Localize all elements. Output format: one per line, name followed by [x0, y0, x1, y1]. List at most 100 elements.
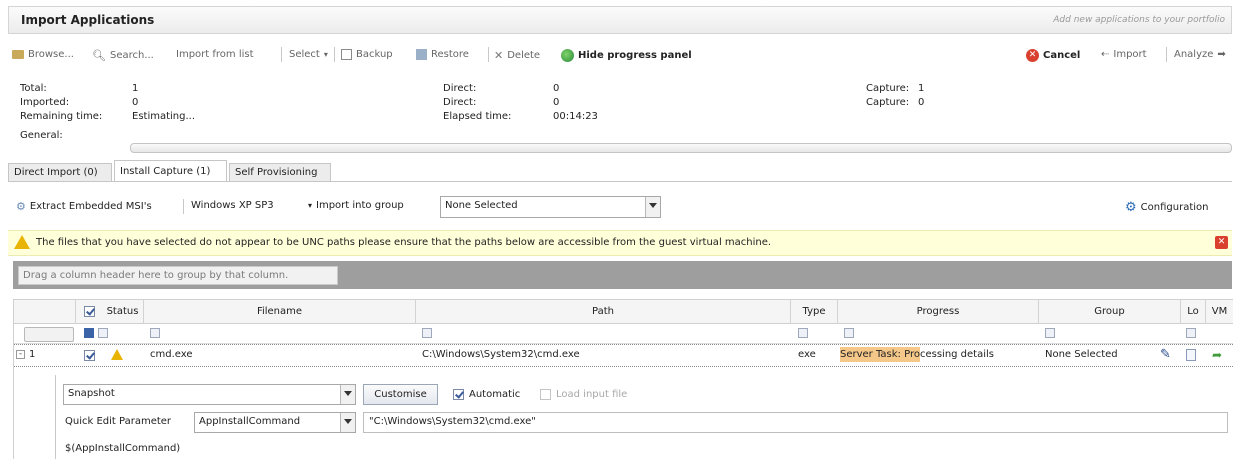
automatic-checkbox[interactable] — [453, 389, 464, 400]
vm-icon[interactable]: ➦ — [1212, 348, 1222, 362]
delete-label: Delete — [507, 50, 541, 61]
filter-clear-button[interactable] — [24, 327, 74, 342]
column-path[interactable]: Path — [416, 300, 791, 324]
chevron-down-icon — [340, 413, 355, 432]
capture-value: 1 — [918, 83, 925, 94]
filter-log-icon[interactable] — [1186, 328, 1196, 338]
configuration-label: Configuration — [1140, 202, 1209, 213]
filter-path-icon[interactable] — [422, 328, 432, 338]
delete-button[interactable]: ✕ Delete — [494, 49, 540, 62]
column-progress[interactable]: Progress — [838, 300, 1039, 324]
restore-button[interactable]: Restore — [416, 49, 469, 60]
capture-label: Capture: — [866, 83, 910, 94]
column-status[interactable]: Status — [76, 300, 144, 324]
imported-label: Imported: — [20, 97, 70, 108]
automatic-label: Automatic — [469, 389, 521, 400]
row-path: C:\Windows\System32\cmd.exe — [422, 349, 580, 360]
imported-value: 0 — [132, 97, 139, 108]
elapsed-time-label: Elapsed time: — [443, 111, 512, 122]
grid-header: Status Filename Path Type Progress Group… — [14, 299, 1233, 324]
quick-edit-param-select[interactable]: AppInstallCommand — [194, 412, 356, 433]
search-button[interactable]: 🔍︎ Search... — [92, 49, 154, 62]
cancel-icon: ✕ — [1026, 49, 1039, 62]
load-input-label: Load input file — [556, 389, 628, 400]
remaining-time-value: Estimating... — [132, 111, 196, 122]
filter-group-icon[interactable] — [1045, 328, 1055, 338]
tab-direct-import[interactable]: Direct Import (0) — [8, 163, 112, 181]
customise-button[interactable]: Customise — [363, 384, 438, 405]
hide-progress-button[interactable]: Hide progress panel — [561, 49, 692, 62]
save-icon — [341, 49, 352, 60]
group-select[interactable]: None Selected — [440, 196, 661, 218]
column-vm[interactable]: VM — [1206, 300, 1233, 324]
analyze-label: Analyze — [1174, 49, 1214, 60]
quick-edit-label: Quick Edit Parameter — [65, 416, 172, 427]
tab-self-provisioning[interactable]: Self Provisioning — [229, 163, 331, 181]
row-type: exe — [798, 349, 816, 360]
filter-filename-icon[interactable] — [150, 328, 160, 338]
toolbar-divider — [334, 47, 335, 62]
filter-status-icon[interactable] — [98, 328, 108, 338]
os-selector[interactable]: Windows XP SP3 — [191, 200, 274, 211]
backup-button[interactable]: Backup — [341, 49, 393, 60]
total-value: 1 — [132, 83, 139, 94]
tab-strip: Direct Import (0) Install Capture (1) Se… — [8, 160, 1237, 182]
toolbar-divider — [1166, 47, 1167, 62]
snapshot-select[interactable]: Snapshot — [63, 384, 356, 405]
toolbar-divider — [281, 47, 282, 62]
close-icon[interactable]: ✕ — [1215, 236, 1228, 249]
group-by-hint: Drag a column header here to group by th… — [18, 266, 338, 285]
import-group-label: Import into group — [316, 200, 404, 211]
column-type[interactable]: Type — [791, 300, 838, 324]
remaining-time-label: Remaining time: — [20, 111, 103, 122]
arrow-right-icon: ➡ — [1217, 49, 1226, 60]
log-file-icon[interactable] — [1186, 349, 1196, 361]
direct-imported-value: 0 — [553, 97, 560, 108]
extract-msi-button[interactable]: ⚙ Extract Embedded MSI's — [16, 200, 152, 213]
browse-button[interactable]: Browse... — [12, 49, 74, 60]
general-label: General: — [20, 130, 63, 141]
edit-icon[interactable]: ✎ — [1160, 347, 1171, 362]
column-filename[interactable]: Filename — [144, 300, 416, 324]
import-group-dropdown[interactable]: ▾ Import into group — [308, 200, 404, 211]
table-row[interactable]: - 1 cmd.exe C:\Windows\System32\cmd.exe … — [14, 344, 1233, 367]
column-log[interactable]: Lo — [1181, 300, 1206, 324]
warning-icon — [14, 235, 30, 249]
import-from-list-button[interactable]: Import from list — [176, 49, 254, 60]
cancel-button[interactable]: ✕ Cancel — [1026, 49, 1080, 62]
detail-border — [55, 375, 56, 459]
window-subtitle: Add new applications to your portfolio — [1053, 15, 1225, 25]
total-label: Total: — [20, 83, 47, 94]
delete-icon: ✕ — [494, 49, 504, 62]
chevron-down-icon — [645, 197, 660, 217]
group-by-area[interactable]: Drag a column header here to group by th… — [13, 261, 1232, 289]
elapsed-time-value: 00:14:23 — [553, 111, 598, 122]
analyze-button[interactable]: Analyze ➡ — [1174, 49, 1226, 60]
tab-divider — [8, 181, 1232, 182]
os-label: Windows XP SP3 — [191, 200, 274, 211]
filter-type-icon[interactable] — [798, 328, 808, 338]
select-dropdown[interactable]: Select ▾ — [289, 49, 328, 60]
capture-imported-label: Capture: — [866, 97, 910, 108]
load-input-checkbox[interactable] — [540, 389, 551, 400]
folder-icon — [12, 50, 24, 59]
filter-progress-icon[interactable] — [844, 328, 854, 338]
configuration-button[interactable]: ⚙ Configuration — [1125, 200, 1208, 215]
quick-edit-param-value: AppInstallCommand — [199, 416, 301, 427]
import-button[interactable]: ⇠ Import — [1101, 49, 1147, 60]
filter-check-icon[interactable] — [84, 328, 94, 338]
row-checkbox[interactable] — [84, 350, 95, 361]
quick-edit-value-input[interactable]: "C:\Windows\System32\cmd.exe" — [363, 412, 1228, 433]
window-title: Import Applications — [21, 13, 155, 27]
collapse-icon[interactable]: - — [16, 350, 25, 359]
toolbar: Browse... 🔍︎ Search... Import from list … — [8, 44, 1232, 68]
chevron-down-icon: ▾ — [323, 50, 328, 59]
tab-install-capture[interactable]: Install Capture (1) — [114, 160, 227, 182]
extract-icon: ⚙ — [16, 200, 26, 213]
capture-toolbar: ⚙ Extract Embedded MSI's Windows XP SP3 … — [8, 196, 1232, 218]
column-group[interactable]: Group — [1039, 300, 1181, 324]
row-progress-rest: cessing details — [919, 349, 994, 360]
row-number: 1 — [29, 349, 36, 360]
unc-warning-banner: The files that you have selected do not … — [8, 230, 1232, 256]
import-label: Import — [1113, 49, 1147, 60]
